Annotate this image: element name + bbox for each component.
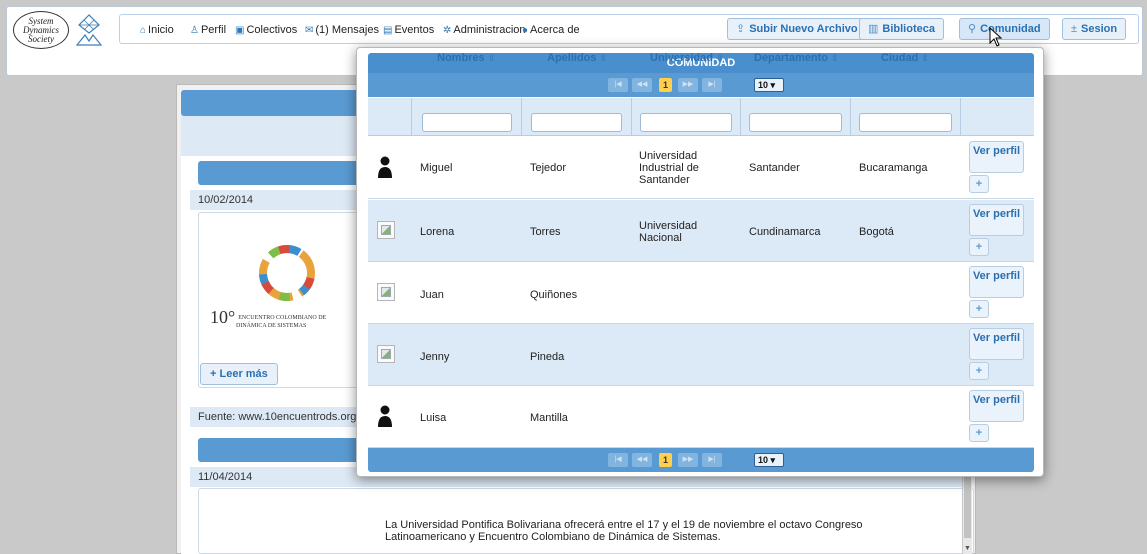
cell-ciudad: Bogotá — [859, 226, 894, 238]
news-source: Fuente: www.10encuentrods.org — [190, 407, 370, 427]
prev-page-button[interactable]: ◀◀ — [632, 78, 652, 92]
cell-universidad: Universidad Industrial de Santander — [639, 150, 699, 186]
first-page-button[interactable]: |◀ — [608, 453, 628, 467]
cell-nombre: Jenny — [420, 351, 450, 363]
current-page[interactable]: 1 — [659, 453, 672, 467]
cell-nombre: Luisa — [420, 412, 447, 424]
cell-nombre: Juan — [420, 289, 444, 301]
last-page-button[interactable]: ▶| — [702, 78, 722, 92]
column-ciudad[interactable]: Ciudad ⇳ — [881, 52, 929, 64]
cell-universidad: Universidad Nacional — [639, 220, 698, 244]
encuentro-logo-icon — [259, 245, 315, 301]
nav-inicio[interactable]: ⌂ Inicio — [140, 24, 174, 36]
page-size-select[interactable]: 10 ▾ — [754, 453, 784, 467]
search-icon: ⚲ — [968, 23, 977, 35]
upload-file-button[interactable]: ⇪ Subir Nuevo Archivo — [727, 18, 867, 40]
pager-bottom: |◀ ◀◀ 1 ▶▶ ▶| 10 ▾ — [368, 448, 1034, 472]
news-card: La Universidad Pontifica Bolivariana ofr… — [198, 488, 974, 554]
book-icon: ▥ — [868, 23, 879, 35]
cell-ciudad: Bucaramanga — [859, 162, 928, 174]
add-contact-button[interactable]: + — [969, 362, 989, 380]
column-nombres[interactable]: Nombres ⇳ — [437, 52, 495, 64]
view-profile-button[interactable]: Ver perfil — [969, 204, 1024, 236]
broken-image-icon — [377, 345, 395, 363]
sort-icon: ⇳ — [830, 53, 839, 63]
table-row: Jenny Pineda Ver perfil + — [368, 324, 1034, 386]
nav-colectivos[interactable]: ▣ Colectivos — [235, 24, 297, 36]
society-emblem-icon — [75, 14, 103, 46]
cell-departamento: Santander — [749, 162, 800, 174]
filter-universidad-input[interactable] — [640, 113, 732, 132]
filter-nombres-input[interactable] — [422, 113, 512, 132]
add-contact-button[interactable]: + — [969, 300, 989, 318]
add-contact-button[interactable]: + — [969, 424, 989, 442]
news-body: La Universidad Pontifica Bolivariana ofr… — [385, 519, 863, 543]
session-button[interactable]: ± Sesion — [1062, 18, 1127, 40]
user-icon: ♙ — [190, 25, 199, 36]
view-profile-button[interactable]: Ver perfil — [969, 141, 1024, 173]
first-page-button[interactable]: |◀ — [608, 78, 628, 92]
cell-apellido: Tejedor — [530, 162, 567, 174]
mouse-cursor-icon — [989, 27, 1003, 47]
nav-mensajes[interactable]: ✉ (1) Mensajes — [305, 24, 379, 36]
table-row: Miguel Tejedor Universidad Industrial de… — [368, 137, 1034, 199]
community-button[interactable]: ⚲ Comunidad — [959, 18, 1050, 40]
encuentro-logo-text: 10° ENCUENTRO COLOMBIANO DE DINÁMICA DE SI… — [210, 307, 327, 329]
view-profile-button[interactable]: Ver perfil — [969, 390, 1024, 422]
last-page-button[interactable]: ▶| — [702, 453, 722, 467]
mail-icon: ✉ — [305, 25, 314, 36]
nav-eventos[interactable]: ▤ Eventos — [383, 24, 434, 36]
prev-page-button[interactable]: ◀◀ — [632, 453, 652, 467]
cell-departamento: Cundinamarca — [749, 226, 821, 238]
cell-nombre: Lorena — [420, 226, 455, 238]
nav-perfil[interactable]: ♙ Perfil — [190, 24, 226, 36]
cell-nombre: Miguel — [420, 162, 453, 174]
sort-icon: ⇳ — [715, 53, 724, 63]
system-dynamics-society-logo[interactable]: System Dynamics Society — [13, 11, 69, 49]
column-universidad[interactable]: Universidad ⇳ — [650, 52, 724, 64]
column-apellidos[interactable]: Apellidos ⇳ — [547, 52, 607, 64]
nav-acerca-de[interactable]: ● Acerca de — [522, 24, 580, 36]
community-dialog: COMUNIDAD |◀ ◀◀ 1 ▶▶ ▶| 10 ▾ Nombres ⇳ Ap… — [356, 47, 1044, 477]
broken-image-icon — [377, 221, 395, 239]
pager-top: |◀ ◀◀ 1 ▶▶ ▶| 10 ▾ — [368, 73, 1034, 97]
filter-ciudad-input[interactable] — [859, 113, 952, 132]
collectives-icon: ▣ — [235, 25, 245, 36]
logout-icon: ± — [1071, 23, 1078, 35]
add-contact-button[interactable]: + — [969, 175, 989, 193]
table-row: Luisa Mantilla Ver perfil + — [368, 386, 1034, 448]
table-row: Juan Quiñones Ver perfil + — [368, 262, 1034, 324]
add-contact-button[interactable]: + — [969, 238, 989, 256]
next-page-button[interactable]: ▶▶ — [678, 78, 698, 92]
cell-apellido: Quiñones — [530, 289, 578, 301]
upload-icon: ⇪ — [736, 23, 746, 35]
broken-image-icon — [377, 283, 395, 301]
user-silhouette-icon — [378, 405, 392, 427]
filter-apellidos-input[interactable] — [531, 113, 622, 132]
next-page-button[interactable]: ▶▶ — [678, 453, 698, 467]
sort-icon: ⇳ — [487, 53, 496, 63]
view-profile-button[interactable]: Ver perfil — [969, 328, 1024, 360]
cell-apellido: Pineda — [530, 351, 565, 363]
column-departamento[interactable]: Departamento ⇳ — [754, 52, 839, 64]
cell-apellido: Mantilla — [530, 412, 568, 424]
info-icon: ● — [522, 25, 529, 36]
library-button[interactable]: ▥ Biblioteca — [859, 18, 944, 40]
nav-administracion[interactable]: ✲ Administracion — [443, 24, 526, 36]
cell-apellido: Torres — [530, 226, 561, 238]
filter-departamento-input[interactable] — [749, 113, 842, 132]
view-profile-button[interactable]: Ver perfil — [969, 266, 1024, 298]
gear-icon: ✲ — [443, 25, 452, 36]
current-page[interactable]: 1 — [659, 78, 672, 92]
table-row: Lorena Torres Universidad Nacional Cundi… — [368, 200, 1034, 262]
scroll-down-icon[interactable]: ▼ — [964, 545, 971, 552]
read-more-button[interactable]: + Leer más — [200, 363, 278, 385]
sort-icon: ⇳ — [921, 53, 929, 63]
user-silhouette-icon — [378, 156, 392, 178]
page-size-select[interactable]: 10 ▾ — [754, 78, 784, 92]
calendar-icon: ▤ — [383, 25, 393, 36]
home-icon: ⌂ — [140, 25, 147, 36]
sort-icon: ⇳ — [599, 53, 608, 63]
